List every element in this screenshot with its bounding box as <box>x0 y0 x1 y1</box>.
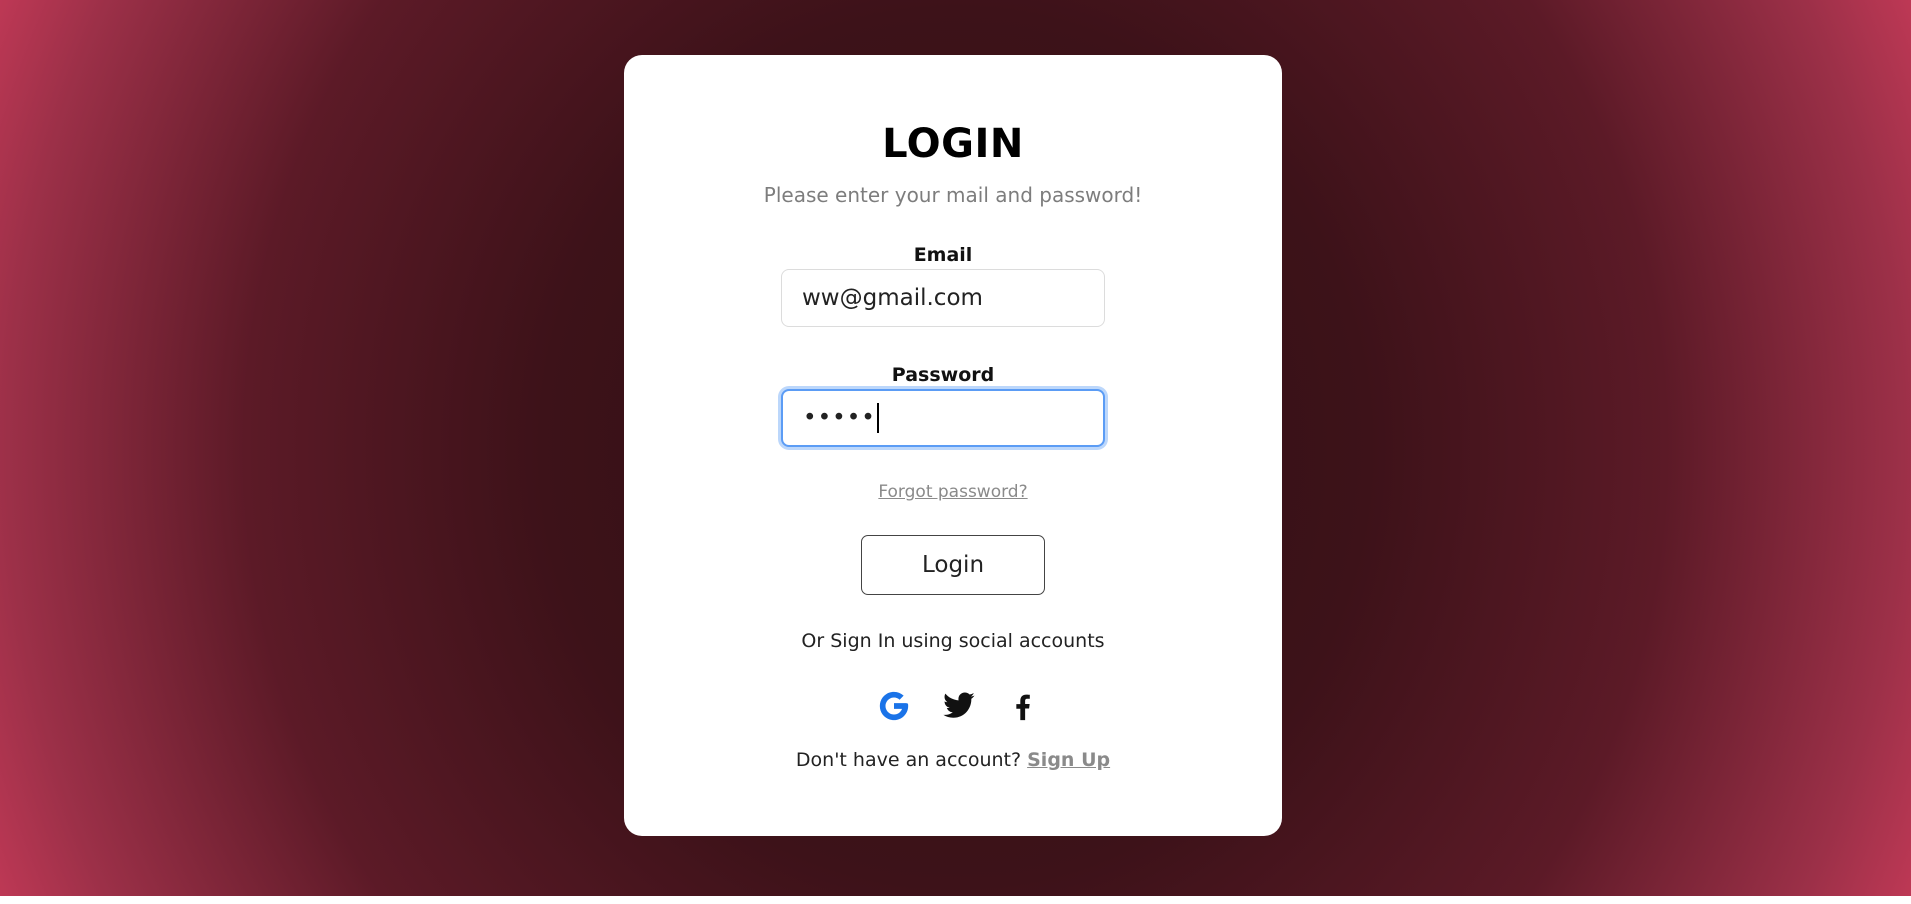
facebook-icon[interactable] <box>1006 689 1040 723</box>
forgot-password-link[interactable]: Forgot password? <box>624 482 1282 502</box>
google-icon[interactable] <box>877 689 911 723</box>
email-label: Email <box>913 244 973 266</box>
social-icons-row <box>624 689 1282 725</box>
password-field-value: ••••• <box>803 405 876 431</box>
password-field[interactable]: ••••• <box>781 389 1105 447</box>
password-label: Password <box>891 364 995 386</box>
signup-link[interactable]: Sign Up <box>1027 749 1110 771</box>
login-button[interactable]: Login <box>861 535 1045 595</box>
email-field-value: ww@gmail.com <box>802 285 983 311</box>
social-signin-text: Or Sign In using social accounts <box>801 630 1105 652</box>
signup-prompt-text: Don't have an account? <box>795 749 1022 771</box>
email-field[interactable]: ww@gmail.com <box>781 269 1105 327</box>
login-subtitle: Please enter your mail and password! <box>763 183 1143 207</box>
login-card: LOGIN Please enter your mail and passwor… <box>624 55 1282 836</box>
text-caret <box>876 403 879 433</box>
signup-prompt: Don't have an account? Sign Up <box>624 749 1282 771</box>
twitter-icon[interactable] <box>942 689 976 723</box>
page-title: LOGIN <box>882 121 1024 167</box>
